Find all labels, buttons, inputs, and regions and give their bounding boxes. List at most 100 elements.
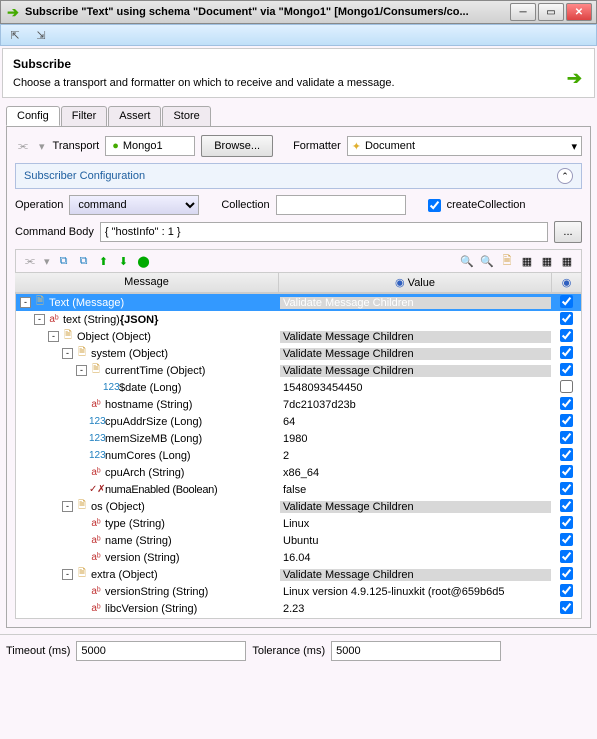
secondary-toolbar: ⇱ ⇲ <box>0 24 597 46</box>
maximize-button[interactable]: ▭ <box>538 3 564 21</box>
tree-row-value: 2 <box>280 450 551 462</box>
tree-row[interactable]: -🗎os (Object)Validate Message Children <box>16 498 581 515</box>
tree-row[interactable]: -aᵇtext (String) {JSON} <box>16 311 581 328</box>
paste-icon[interactable]: ⧉ <box>76 253 92 269</box>
expand-toggle <box>90 382 101 393</box>
expand-toggle[interactable]: - <box>62 569 73 580</box>
find-icon[interactable]: 🔍 <box>459 253 475 269</box>
tree-row[interactable]: aᵇname (String)Ubuntu <box>16 532 581 549</box>
tree-row-checkbox[interactable] <box>560 329 573 342</box>
tree-row[interactable]: 123memSizeMB (Long)1980 <box>16 430 581 447</box>
tree-row[interactable]: -🗎Object (Object)Validate Message Childr… <box>16 328 581 345</box>
tree-row-label: name (String) <box>105 535 172 547</box>
tree-row[interactable]: aᵇversion (String)16.04 <box>16 549 581 566</box>
tree-row[interactable]: -🗎currentTime (Object)Validate Message C… <box>16 362 581 379</box>
tree-row[interactable]: aᵇversionString (String)Linux version 4.… <box>16 583 581 600</box>
grid3-icon[interactable]: ▦ <box>559 253 575 269</box>
tree-row-checkbox[interactable] <box>560 584 573 597</box>
collapse-button[interactable]: ⌃ <box>557 168 573 184</box>
chevron-down-icon[interactable]: ▾ <box>571 140 577 153</box>
tree-row-checkbox[interactable] <box>560 465 573 478</box>
expand-toggle[interactable]: - <box>20 297 31 308</box>
expand-toggle[interactable]: - <box>34 314 45 325</box>
tree-row[interactable]: aᵇtype (String)Linux <box>16 515 581 532</box>
browse-button[interactable]: Browse... <box>201 135 273 157</box>
expand-toggle[interactable]: - <box>76 365 87 376</box>
tree-row-checkbox[interactable] <box>560 533 573 546</box>
tree-row[interactable]: ✓✗numaEnabled (Boolean)false <box>16 481 581 498</box>
tab-assert[interactable]: Assert <box>108 106 161 126</box>
tree-row-checkbox[interactable] <box>560 499 573 512</box>
doc-icon[interactable]: 🗎 <box>499 253 515 269</box>
import-icon[interactable]: ⇲ <box>33 27 49 43</box>
run-icon[interactable]: ⬤ <box>136 253 152 269</box>
close-button[interactable]: ✕ <box>566 3 592 21</box>
tree-row[interactable]: aᵇkernelVersion (String)4.9.125-linuxkit <box>16 617 581 619</box>
str-icon: aᵇ <box>89 603 103 614</box>
tolerance-input[interactable] <box>331 641 501 661</box>
grid1-icon[interactable]: ▦ <box>519 253 535 269</box>
tree-row-checkbox[interactable] <box>560 516 573 529</box>
tree-row-checkbox[interactable] <box>560 448 573 461</box>
tab-store[interactable]: Store <box>162 106 210 126</box>
config-panel: ⫘ ▾ Transport ● Mongo1 Browse... Formatt… <box>6 126 591 628</box>
tree-row-value: Ubuntu <box>280 535 551 547</box>
window-titlebar: ➔ Subscribe "Text" using schema "Documen… <box>0 0 597 24</box>
tab-config[interactable]: Config <box>6 106 60 126</box>
find2-icon[interactable]: 🔍 <box>479 253 495 269</box>
copy-icon[interactable]: ⧉ <box>56 253 72 269</box>
tree-row[interactable]: aᵇhostname (String)7dc21037d23b <box>16 396 581 413</box>
tree-row-checkbox[interactable] <box>560 618 573 620</box>
num-icon: 123 <box>89 416 103 427</box>
tree-row-checkbox[interactable] <box>560 431 573 444</box>
num-icon: 123 <box>89 450 103 461</box>
expand-toggle[interactable]: - <box>62 501 73 512</box>
tree-row[interactable]: 123numCores (Long)2 <box>16 447 581 464</box>
expand-toggle[interactable]: - <box>62 348 73 359</box>
expand-toggle[interactable]: - <box>48 331 59 342</box>
tree-row-checkbox[interactable] <box>560 550 573 563</box>
tree-row-checkbox[interactable] <box>560 380 573 393</box>
tab-filter[interactable]: Filter <box>61 106 107 126</box>
tree-row[interactable]: aᵇlibcVersion (String)2.23 <box>16 600 581 617</box>
tree-row-checkbox[interactable] <box>560 567 573 580</box>
tree-row-checkbox[interactable] <box>560 295 573 308</box>
up-arrow-icon[interactable]: ⬆ <box>96 253 112 269</box>
tree-row-value: Validate Message Children <box>280 569 551 581</box>
tree-row-value: Validate Message Children <box>280 348 551 360</box>
expand-toggle <box>76 484 87 495</box>
tree-row-checkbox[interactable] <box>560 346 573 359</box>
collection-input[interactable] <box>276 195 406 215</box>
tree-row-label: cpuArch (String) <box>105 467 184 479</box>
page-icon: 🗎 <box>33 294 47 311</box>
down-arrow-icon[interactable]: ⬇ <box>116 253 132 269</box>
tree-row[interactable]: -🗎extra (Object)Validate Message Childre… <box>16 566 581 583</box>
grid2-icon[interactable]: ▦ <box>539 253 555 269</box>
tree-row[interactable]: -🗎Text (Message)Validate Message Childre… <box>16 294 581 311</box>
export-icon[interactable]: ⇱ <box>7 27 23 43</box>
tree-row-checkbox[interactable] <box>560 414 573 427</box>
command-body-more-button[interactable]: ... <box>554 221 582 243</box>
operation-select[interactable]: command <box>69 195 199 215</box>
tree-row[interactable]: -🗎system (Object)Validate Message Childr… <box>16 345 581 362</box>
tree-row-label: Object (Object) <box>77 331 151 343</box>
tree-body[interactable]: -🗎Text (Message)Validate Message Childre… <box>15 293 582 619</box>
tree-row-value: Linux version 4.9.125-linuxkit (root@659… <box>280 586 551 598</box>
link2-icon[interactable]: ⫘ <box>22 253 38 269</box>
tree-row-value: Validate Message Children <box>280 501 551 513</box>
tree-row-checkbox[interactable] <box>560 397 573 410</box>
command-body-input[interactable] <box>100 222 548 242</box>
tree-row-checkbox[interactable] <box>560 312 573 325</box>
tree-row-checkbox[interactable] <box>560 601 573 614</box>
minimize-button[interactable]: ─ <box>510 3 536 21</box>
tree-row-value: Linux <box>280 518 551 530</box>
link-icon[interactable]: ⫘ <box>15 138 31 154</box>
tree-row-checkbox[interactable] <box>560 482 573 495</box>
tree-row[interactable]: 123$date (Long)1548093454450 <box>16 379 581 396</box>
create-collection-checkbox[interactable] <box>428 199 441 212</box>
tree-row[interactable]: 123cpuAddrSize (Long)64 <box>16 413 581 430</box>
tree-row[interactable]: aᵇcpuArch (String)x86_64 <box>16 464 581 481</box>
timeout-input[interactable] <box>76 641 246 661</box>
tree-row-checkbox[interactable] <box>560 363 573 376</box>
expand-toggle <box>76 467 87 478</box>
